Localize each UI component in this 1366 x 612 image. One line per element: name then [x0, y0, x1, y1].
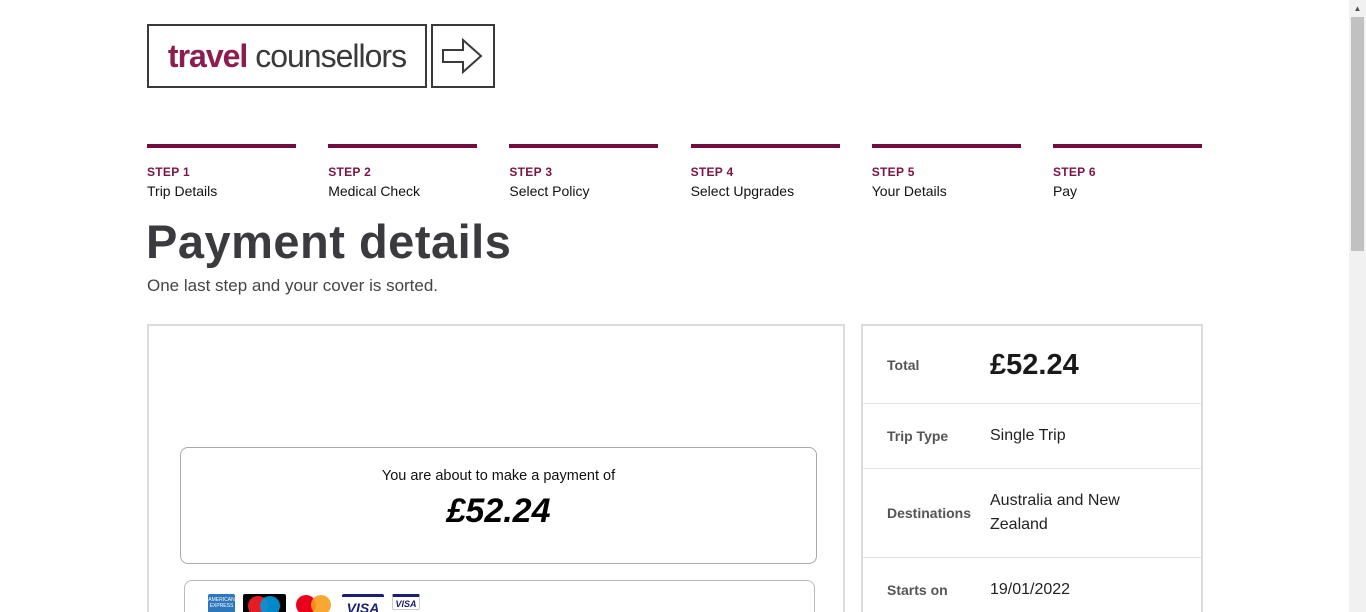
step-label: Trip Details [147, 183, 218, 199]
order-summary-panel: Total £52.24 Trip Type Single Trip Desti… [861, 324, 1203, 612]
step-4: STEP 4 Select Upgrades [690, 144, 840, 201]
amex-icon: AMERICAN EXPRESS [208, 594, 235, 612]
step-3: STEP 3 Select Policy [509, 144, 659, 201]
payment-panel: You are about to make a payment of £52.2… [147, 324, 845, 612]
summary-row-total: Total £52.24 [863, 326, 1201, 404]
destinations-value: Australia and New Zealand [990, 492, 1120, 533]
mastercard-icon [294, 594, 334, 612]
payment-amount: £52.24 [446, 492, 551, 530]
card-payment-form: AMERICAN EXPRESS VISA VISA [184, 580, 815, 612]
visa-electron-icon: VISA [392, 594, 420, 610]
step-number: STEP 6 [1052, 165, 1096, 179]
checkout-steps: STEP 1 Trip Details STEP 2 Medical Check… [147, 144, 1202, 201]
payment-amount-box: You are about to make a payment of £52.2… [180, 447, 817, 564]
step-number: STEP 5 [871, 165, 915, 179]
summary-label: Total [887, 356, 920, 373]
step-label: Pay [1052, 183, 1078, 199]
payment-intro-text: You are about to make a payment of [381, 468, 616, 484]
scrollbar-thumb[interactable] [1351, 17, 1364, 251]
step-label: Your Details [871, 183, 947, 199]
step-6: STEP 6 Pay [1052, 144, 1202, 201]
travel-counsellors-logo[interactable]: travel counsellors [147, 24, 495, 88]
page-title: Payment details [146, 215, 512, 268]
trip-type-value: Single Trip [990, 427, 1066, 444]
summary-label: Destinations [887, 505, 972, 521]
summary-row-trip-type: Trip Type Single Trip [863, 404, 1201, 469]
logo-word-counsellors: counsellors [255, 37, 407, 74]
summary-label: Trip Type [887, 428, 949, 444]
step-2: STEP 2 Medical Check [328, 144, 478, 201]
total-value: £52.24 [990, 348, 1079, 381]
summary-row-starts-on: Starts on 19/01/2022 [863, 558, 1201, 612]
arrow-right-icon [431, 24, 495, 88]
step-number: STEP 1 [147, 165, 190, 179]
logo-text: travel counsellors [167, 37, 407, 75]
logo-word-travel: travel [167, 37, 248, 74]
step-number: STEP 4 [690, 165, 734, 179]
logo-wordmark: travel counsellors [147, 24, 427, 88]
step-label: Medical Check [328, 183, 421, 199]
maestro-icon [243, 594, 286, 612]
page-subtitle: One last step and your cover is sorted. [147, 276, 439, 295]
step-label: Select Policy [509, 183, 590, 199]
step-label: Select Upgrades [690, 183, 795, 199]
step-5: STEP 5 Your Details [871, 144, 1021, 201]
summary-label: Starts on [887, 582, 948, 598]
summary-row-destinations: Destinations Australia and New Zealand [863, 469, 1201, 558]
accepted-cards: AMERICAN EXPRESS VISA VISA [208, 594, 420, 612]
scroll-up-arrow-icon[interactable]: ▲ [1349, 0, 1366, 17]
step-number: STEP 3 [509, 165, 553, 179]
step-1: STEP 1 Trip Details [147, 144, 296, 201]
visa-icon: VISA [342, 594, 384, 612]
page-scrollbar[interactable]: ▲ [1349, 0, 1366, 612]
step-number: STEP 2 [328, 165, 372, 179]
starts-on-value: 19/01/2022 [990, 581, 1071, 598]
